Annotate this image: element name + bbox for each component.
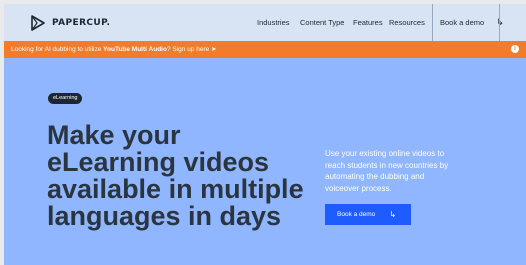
- papercup-logo-icon: [31, 15, 45, 31]
- category-tag: eLearning: [48, 93, 83, 104]
- banner-text-highlight: YouTube Multi Audio: [103, 46, 167, 53]
- nav-book-demo-label: Book a demo: [440, 18, 485, 27]
- announcement-banner[interactable]: Looking for AI dubbing to utilize YouTub…: [4, 41, 526, 58]
- hero-book-demo-label: Book a demo: [337, 211, 376, 218]
- nav-link-resources[interactable]: Resources: [389, 18, 425, 27]
- nav-book-demo-button[interactable]: Book a demo ↳: [434, 4, 504, 41]
- banner-text-prefix: Looking for AI dubbing to utilize: [11, 46, 104, 53]
- banner-message[interactable]: Looking for AI dubbing to utilize YouTub…: [11, 45, 216, 53]
- arrow-return-icon: ↳: [389, 210, 397, 219]
- nav-link-content-type[interactable]: Content Type: [300, 18, 344, 27]
- page: PAPERCUP. Industries Content Type Featur…: [4, 4, 526, 265]
- hero-book-demo-button[interactable]: Book a demo ↳: [325, 204, 411, 225]
- nav-link-features[interactable]: Features: [353, 18, 383, 27]
- nav-link-industries[interactable]: Industries: [257, 18, 290, 27]
- brand-name: PAPERCUP.: [52, 18, 111, 28]
- hero-headline: Make your eLearning videos available in …: [47, 120, 304, 231]
- nav-divider: [499, 4, 500, 41]
- brand-logo[interactable]: PAPERCUP.: [30, 15, 110, 31]
- hero-description: Use your existing online videos to reach…: [325, 149, 449, 193]
- top-navigation: PAPERCUP. Industries Content Type Featur…: [4, 4, 526, 41]
- info-icon[interactable]: i: [511, 45, 519, 53]
- nav-divider: [432, 4, 433, 41]
- banner-text-suffix: ? Sign up here ➤: [166, 46, 217, 53]
